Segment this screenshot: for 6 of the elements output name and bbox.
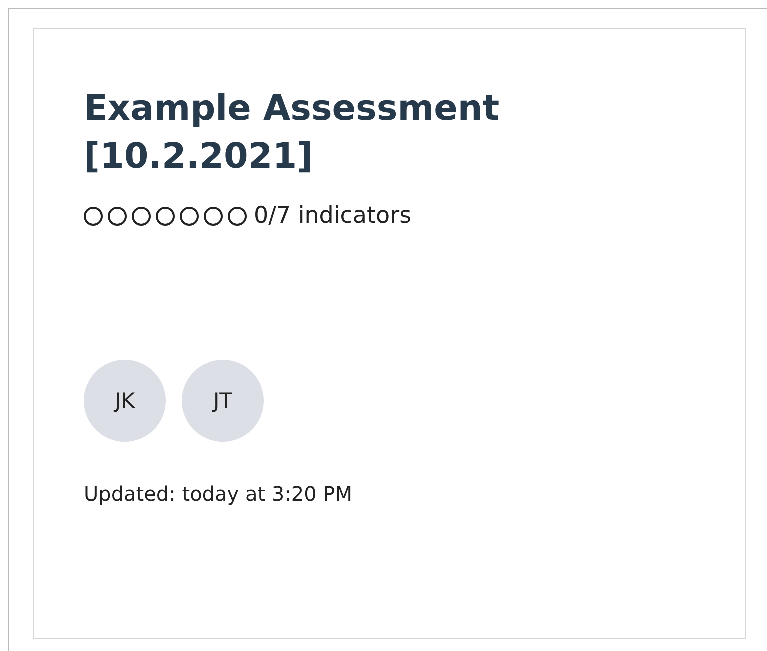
card-title: Example Assessment [10.2.2021] bbox=[84, 88, 501, 179]
user-avatar: JT bbox=[182, 360, 264, 442]
user-avatar: JK bbox=[84, 360, 166, 442]
updated-text: Updated: today at 3:20 PM bbox=[84, 482, 354, 506]
indicator-count: 0/7 indicators bbox=[254, 203, 412, 229]
assessment-card[interactable]: Example Assessment [10.2.2021] 0/7 indicators JK JT Updated: today at 3:20 PM bbox=[33, 28, 746, 639]
